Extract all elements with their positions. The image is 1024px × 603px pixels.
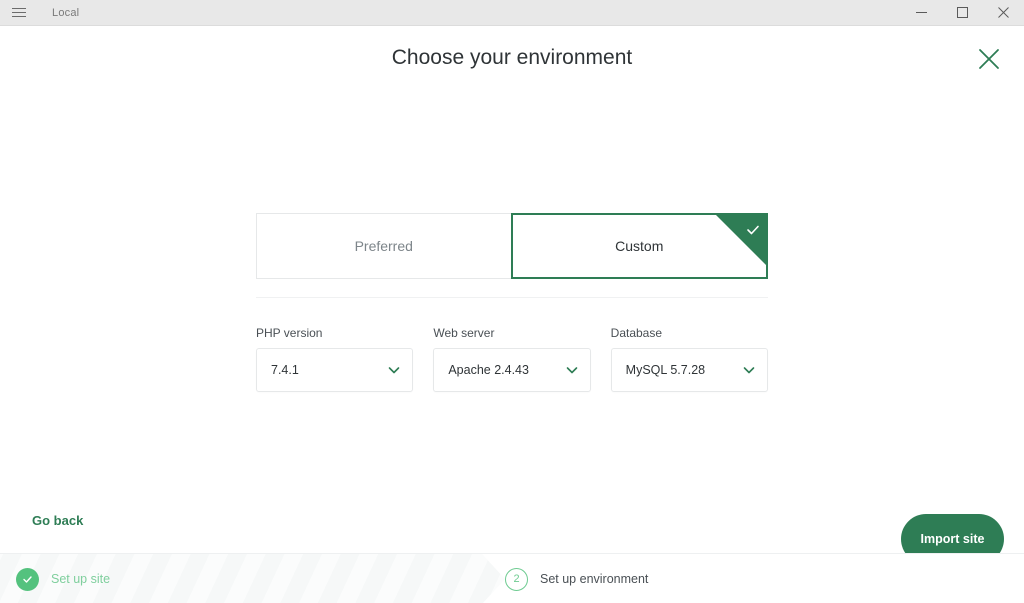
go-back-button[interactable]: Go back [32, 513, 83, 528]
wizard-step-bar: Set up site 2 Set up environment [0, 553, 1024, 603]
chevron-down-icon [565, 363, 579, 377]
main-panel: Choose your environment Preferred Custom… [0, 26, 1024, 564]
step-set-up-site[interactable]: Set up site [16, 554, 110, 603]
field-label: PHP version [256, 326, 323, 340]
section-divider [256, 297, 768, 298]
hamburger-line [12, 12, 26, 13]
tab-custom[interactable]: Custom [510, 213, 768, 279]
step-label: Set up environment [540, 572, 649, 586]
step-badge-done [16, 567, 39, 591]
database-value: MySQL 5.7.28 [625, 363, 706, 377]
database-select[interactable]: MySQL 5.7.28 [610, 348, 768, 392]
chevron-down-icon [387, 363, 401, 377]
window-controls [901, 0, 1024, 26]
field-php-version: PHP version 7.4.1 [256, 326, 414, 392]
tab-preferred-label: Preferred [354, 238, 413, 254]
step-label: Set up site [51, 572, 111, 586]
php-version-value: 7.4.1 [271, 363, 299, 377]
php-version-select[interactable]: 7.4.1 [256, 348, 414, 392]
field-web-server: Web server Apache 2.4.43 [433, 326, 591, 392]
environment-fields: PHP version 7.4.1 Web server Apache 2.4.… [256, 326, 768, 392]
web-server-select[interactable]: Apache 2.4.43 [433, 348, 591, 392]
tab-preferred[interactable]: Preferred [256, 213, 511, 279]
field-database: Database MySQL 5.7.28 [610, 326, 768, 392]
hamburger-icon[interactable] [0, 0, 38, 26]
chevron-down-icon [742, 363, 756, 377]
environment-tab-group: Preferred Custom [256, 213, 768, 279]
step-badge-number: 2 [505, 567, 528, 591]
hamburger-line [12, 16, 26, 17]
field-label: Database [610, 326, 663, 340]
minimize-icon[interactable] [901, 0, 942, 26]
window-titlebar: Local [0, 0, 1024, 26]
maximize-icon[interactable] [942, 0, 983, 26]
web-server-value: Apache 2.4.43 [448, 363, 529, 377]
page-title: Choose your environment [391, 46, 633, 69]
hamburger-line [12, 8, 26, 9]
check-icon [746, 223, 760, 237]
dialog-close-icon[interactable] [972, 42, 1006, 76]
field-label: Web server [433, 326, 495, 340]
step-set-up-environment[interactable]: 2 Set up environment [505, 554, 648, 603]
app-title: Local [52, 6, 80, 19]
tab-custom-label: Custom [615, 238, 664, 254]
window-close-icon[interactable] [983, 0, 1024, 26]
